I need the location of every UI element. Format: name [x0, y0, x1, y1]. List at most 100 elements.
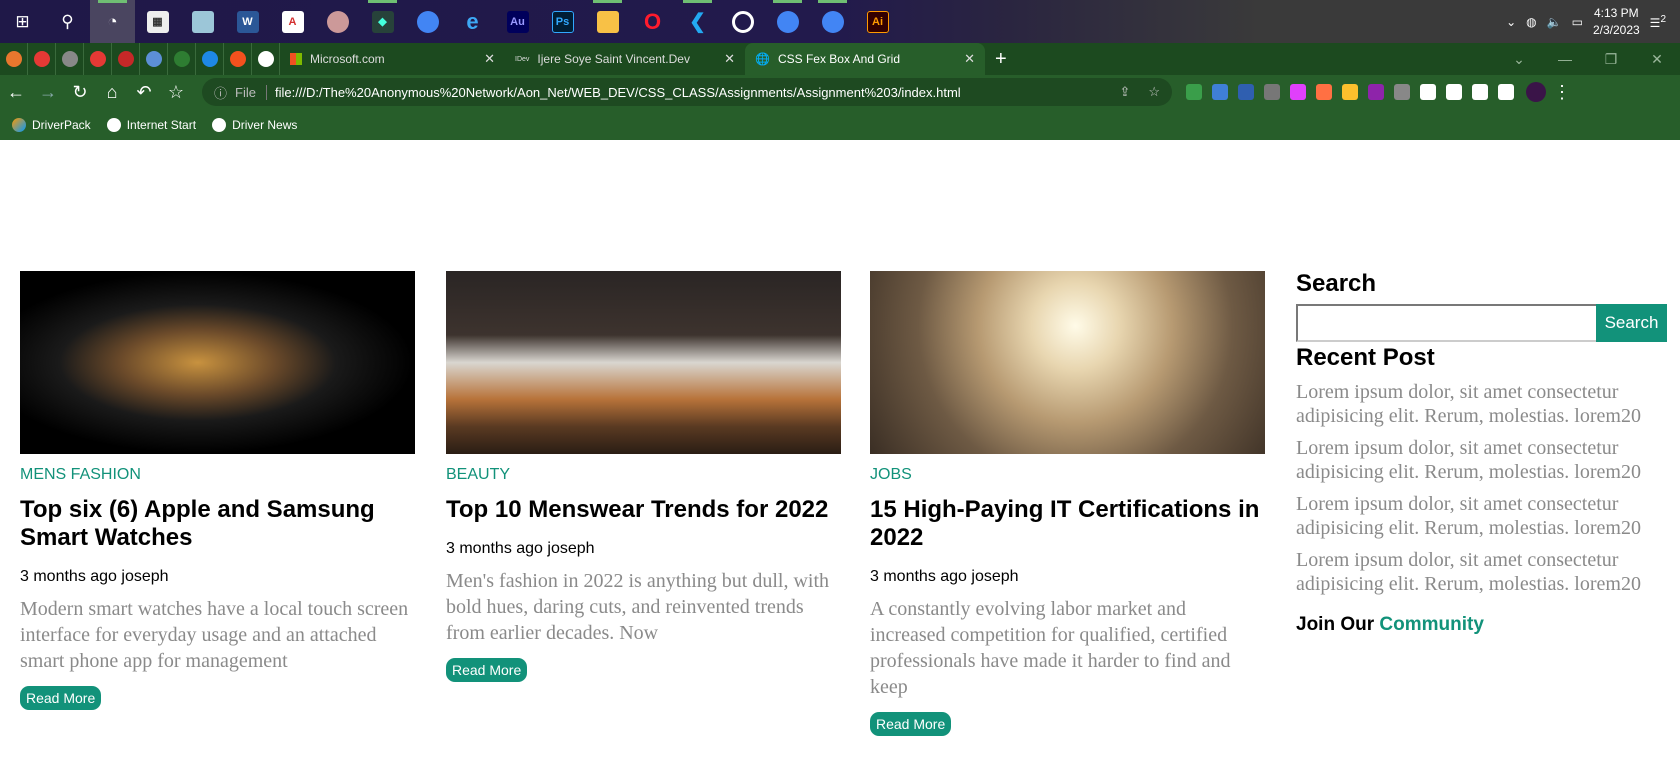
article-category[interactable]: MENS FASHION	[20, 466, 415, 486]
pinned-tab[interactable]	[252, 43, 280, 75]
pinned-tab[interactable]	[224, 43, 252, 75]
read-more-button[interactable]: Read More	[446, 658, 528, 682]
pinned-tab[interactable]	[140, 43, 168, 75]
tab-microsoft[interactable]: Microsoft.com ✕	[280, 43, 505, 75]
extension-icon[interactable]	[1238, 84, 1254, 100]
bookmarks-bar: DriverPack Internet Start Driver News	[0, 109, 1680, 140]
info-icon: ⓘ	[214, 85, 228, 101]
smartwatch-image	[20, 271, 415, 454]
pinned-tab[interactable]	[84, 43, 112, 75]
extension-icon[interactable]	[1212, 84, 1228, 100]
acrobat-app-icon[interactable]: A	[270, 0, 315, 43]
minimize-button[interactable]: —	[1542, 43, 1588, 75]
article-meta: 3 months ago joseph	[20, 568, 169, 585]
chevron-up-icon[interactable]: ⌄	[1506, 15, 1516, 29]
extension-icon[interactable]	[1472, 84, 1488, 100]
volume-icon[interactable]: 🔈	[1547, 15, 1562, 29]
extension-icon[interactable]	[1342, 84, 1358, 100]
word-app-icon[interactable]: W	[225, 0, 270, 43]
tab-dev[interactable]: IDev Ijere Soye Saint Vincent.Dev ✕	[505, 43, 745, 75]
edge-app-icon[interactable]: e	[450, 0, 495, 43]
menu-icon[interactable]: ⋮	[1546, 82, 1578, 103]
article-title[interactable]: 15 High-Paying IT Certifications in 2022	[870, 496, 1265, 552]
clock[interactable]: 4:13 PM 2/3/2023	[1593, 5, 1640, 39]
bookmark-driver-news[interactable]: Driver News	[212, 117, 298, 132]
search-icon[interactable]: ⚲	[45, 0, 90, 43]
extension-icon[interactable]	[1264, 84, 1280, 100]
network-icon[interactable]: ◍	[1526, 15, 1536, 29]
pinned-tab[interactable]	[0, 43, 28, 75]
extension-icon[interactable]	[1290, 84, 1306, 100]
search-input[interactable]	[1296, 304, 1596, 342]
tab-css-flexbox[interactable]: 🌐 CSS Fex Box And Grid ✕	[745, 43, 985, 75]
file-explorer-app-icon[interactable]	[585, 0, 630, 43]
recent-post-item[interactable]: Lorem ipsum dolor, sit amet consectetur …	[1296, 548, 1667, 596]
tab-search-icon[interactable]: ⌄	[1496, 43, 1542, 75]
pinned-tab[interactable]	[112, 43, 140, 75]
article-title[interactable]: Top 10 Menswear Trends for 2022	[446, 496, 841, 524]
address-bar[interactable]: ⓘ File file:///D:/The%20Anonymous%20Netw…	[202, 78, 1172, 106]
bookmark-label: Driver News	[232, 117, 298, 132]
pinned-tab[interactable]	[168, 43, 196, 75]
bookmark-internet-start[interactable]: Internet Start	[106, 117, 196, 132]
article-category[interactable]: JOBS	[870, 466, 1265, 486]
article-category[interactable]: BEAUTY	[446, 466, 841, 486]
bookmark-star-icon[interactable]: ☆	[160, 82, 192, 103]
share-icon[interactable]: ⇪	[1119, 84, 1130, 100]
chrome-app-icon[interactable]	[810, 0, 855, 43]
audition-app-icon[interactable]: Au	[495, 0, 540, 43]
extension-icon[interactable]	[1420, 84, 1436, 100]
pinned-tab-icon	[257, 51, 274, 67]
extension-icon[interactable]	[1498, 84, 1514, 100]
chrome-app-icon[interactable]	[765, 0, 810, 43]
avatar[interactable]	[1526, 82, 1546, 102]
url-text[interactable]: file:///D:/The%20Anonymous%20Network/Aon…	[275, 85, 961, 100]
forward-button[interactable]: →	[32, 82, 64, 103]
illustrator-app-icon[interactable]: Ai	[855, 0, 900, 43]
extension-icon[interactable]	[1446, 84, 1462, 100]
article-title[interactable]: Top six (6) Apple and Samsung Smart Watc…	[20, 496, 415, 552]
chrome-canary-app-icon[interactable]	[405, 0, 450, 43]
reload-button[interactable]: ↻	[64, 82, 96, 103]
photoshop-app-icon[interactable]: Ps	[540, 0, 585, 43]
restore-button[interactable]: ❐	[1588, 43, 1634, 75]
filmora-app-icon[interactable]: ◆	[360, 0, 405, 43]
calculator-app-icon[interactable]: ▦	[135, 0, 180, 43]
pinned-tab[interactable]	[56, 43, 84, 75]
obs-app-icon[interactable]	[720, 0, 765, 43]
windows-start-icon[interactable]: ⊞	[0, 0, 45, 43]
close-tab-icon[interactable]: ✕	[964, 51, 975, 67]
battery-icon[interactable]: ▭	[1572, 15, 1583, 29]
opera-app-icon[interactable]: O	[630, 0, 675, 43]
extension-icon[interactable]	[1316, 84, 1332, 100]
extension-icon[interactable]	[1368, 84, 1384, 100]
notification-icon[interactable]: ☰2	[1650, 14, 1666, 30]
extension-icon[interactable]	[1186, 84, 1202, 100]
recent-post-item[interactable]: Lorem ipsum dolor, sit amet consectetur …	[1296, 380, 1667, 428]
back-button[interactable]: ←	[0, 82, 32, 103]
star-icon[interactable]: ☆	[1148, 84, 1160, 100]
paint-app-icon[interactable]	[315, 0, 360, 43]
community-link[interactable]: Community	[1379, 614, 1484, 635]
new-tab-button[interactable]: +	[985, 43, 1017, 75]
notepad-app-icon[interactable]	[180, 0, 225, 43]
close-window-button[interactable]: ✕	[1634, 43, 1680, 75]
recent-post-item[interactable]: Lorem ipsum dolor, sit amet consectetur …	[1296, 492, 1667, 540]
bookmark-driverpack[interactable]: DriverPack	[12, 117, 91, 132]
search-button[interactable]: Search	[1596, 304, 1667, 342]
recent-post-item[interactable]: Lorem ipsum dolor, sit amet consectetur …	[1296, 436, 1667, 484]
close-tab-icon[interactable]: ✕	[724, 51, 735, 67]
extension-icon[interactable]	[1394, 84, 1410, 100]
read-more-button[interactable]: Read More	[20, 686, 102, 710]
close-tab-icon[interactable]: ✕	[484, 51, 495, 67]
pinned-tab[interactable]	[196, 43, 224, 75]
photos-app-icon[interactable]: ◔	[90, 0, 135, 43]
pinned-tab[interactable]	[28, 43, 56, 75]
read-more-button[interactable]: Read More	[870, 712, 952, 736]
home-button[interactable]: ⌂	[96, 82, 128, 103]
file-label: File	[235, 84, 267, 100]
pinned-tabs	[0, 43, 280, 75]
undo-icon[interactable]: ↶	[128, 82, 160, 103]
vscode-app-icon[interactable]: ❮	[675, 0, 720, 43]
search-form: Search	[1296, 304, 1667, 342]
